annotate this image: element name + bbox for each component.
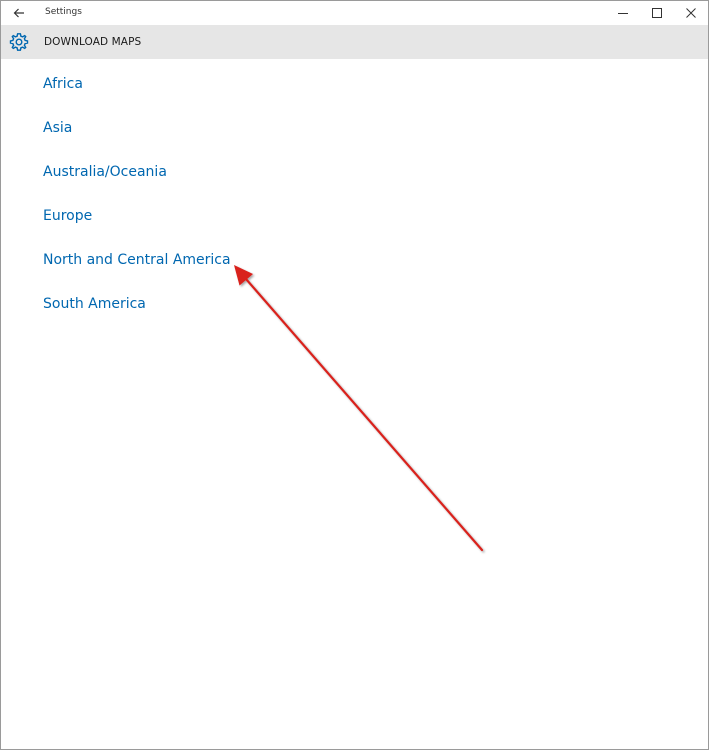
region-link-europe[interactable]: Europe (43, 206, 231, 250)
window-controls (606, 1, 708, 25)
title-bar: Settings (1, 1, 708, 25)
minimize-button[interactable] (606, 1, 640, 25)
maximize-button[interactable] (640, 1, 674, 25)
back-arrow-icon (13, 8, 24, 18)
settings-window: Settings DOWNLOAD MAPS Africa Asia Austr… (0, 0, 709, 750)
close-button[interactable] (674, 1, 708, 25)
region-list: Africa Asia Australia/Oceania Europe Nor… (43, 74, 231, 338)
app-title: Settings (45, 7, 82, 17)
region-link-australia-oceania[interactable]: Australia/Oceania (43, 162, 231, 206)
region-link-north-central-america[interactable]: North and Central America (43, 250, 231, 294)
back-button[interactable] (1, 1, 37, 25)
maximize-icon (652, 8, 662, 18)
region-link-africa[interactable]: Africa (43, 74, 231, 118)
page-title: DOWNLOAD MAPS (44, 36, 142, 48)
page-header: DOWNLOAD MAPS (1, 25, 708, 59)
minimize-icon (618, 13, 628, 14)
region-link-south-america[interactable]: South America (43, 294, 231, 338)
gear-icon (9, 33, 29, 51)
close-icon (686, 8, 696, 18)
region-link-asia[interactable]: Asia (43, 118, 231, 162)
